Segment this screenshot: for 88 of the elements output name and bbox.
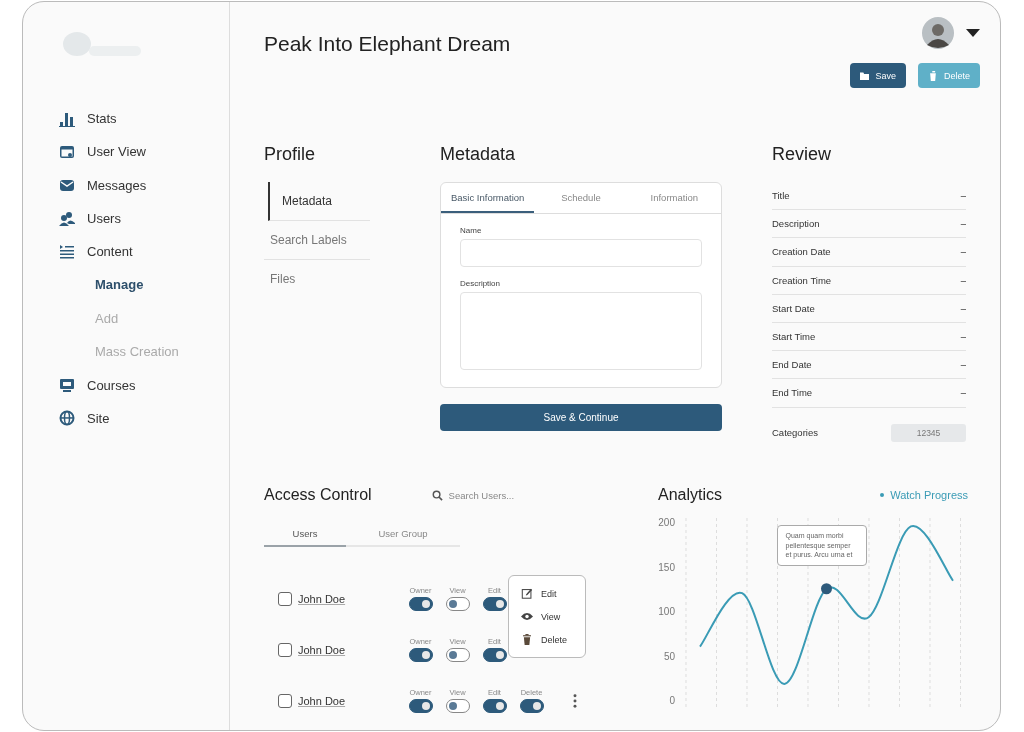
toolbar-button[interactable]: Save: [850, 63, 906, 88]
sidebar-item[interactable]: Site: [59, 401, 229, 435]
checkbox[interactable]: [278, 693, 292, 708]
profile-nav-item[interactable]: Search Labels: [264, 221, 370, 260]
search-icon: [431, 489, 443, 501]
caret-icon[interactable]: [966, 29, 980, 37]
sidebar-item[interactable]: Stats: [59, 102, 229, 136]
folder-icon: [860, 70, 870, 81]
checkbox[interactable]: [278, 642, 292, 657]
toggle-switch[interactable]: [408, 699, 433, 713]
monitor-icon: [59, 377, 75, 393]
input-field[interactable]: [460, 239, 702, 267]
page-title: Peak Into Elephant Dream: [264, 32, 511, 57]
section-title: Review: [772, 144, 833, 166]
sidebar-item[interactable]: User View: [59, 135, 229, 169]
review-value: –: [960, 331, 966, 343]
review-label: End Time: [772, 387, 813, 399]
sidebar-item[interactable]: Users: [59, 201, 229, 236]
review-label: Creation Time: [772, 274, 832, 286]
review-value: –: [960, 190, 966, 202]
eye-icon: [521, 611, 533, 622]
menu-item[interactable]: Delete: [509, 628, 585, 651]
axis-tick-label: 150: [658, 561, 675, 573]
menu-item[interactable]: View: [509, 605, 585, 628]
toggle-switch[interactable]: [519, 699, 544, 713]
review-value: –: [960, 302, 966, 314]
search-field[interactable]: Search Users...: [431, 489, 549, 501]
review-label: Description: [772, 218, 820, 230]
data-point[interactable]: [821, 583, 832, 595]
toggle-switch[interactable]: [445, 648, 470, 662]
tab[interactable]: Information: [627, 183, 721, 213]
tab[interactable]: Basic Information: [441, 183, 535, 213]
list-icon: [59, 243, 75, 260]
sidebar-item[interactable]: Messages: [59, 168, 229, 202]
sidebar-subitem[interactable]: Manage: [59, 268, 144, 302]
profile-nav-item[interactable]: Files: [264, 260, 370, 298]
bar-chart-icon: [59, 110, 75, 127]
trash-icon: [928, 70, 938, 81]
field-label: Description: [460, 279, 501, 288]
globe-icon: [59, 410, 75, 427]
axis-tick-label: 100: [658, 606, 675, 617]
avatar[interactable]: [922, 17, 954, 49]
section-title: Access Control: [264, 486, 372, 504]
browser-window-icon: [59, 143, 75, 160]
toggle-switch[interactable]: [482, 699, 507, 713]
edit-icon: [521, 588, 533, 599]
sidebar-item[interactable]: Content: [59, 235, 229, 269]
checkbox[interactable]: [278, 591, 292, 606]
toggle-switch[interactable]: [408, 648, 433, 662]
toggle-switch[interactable]: [445, 699, 470, 713]
review-value: –: [960, 359, 966, 371]
sidebar-item[interactable]: Courses: [59, 368, 229, 402]
tab[interactable]: Users: [264, 522, 346, 547]
review-label: End Date: [772, 359, 812, 371]
section-title: Profile: [264, 144, 317, 166]
review-value: –: [960, 218, 966, 230]
section-title: Analytics: [658, 486, 723, 504]
toggle-switch[interactable]: [482, 648, 507, 662]
toggle-switch[interactable]: [408, 597, 433, 611]
field-label: Name: [460, 226, 483, 235]
more-options-icon[interactable]: [573, 693, 577, 708]
axis-tick-label: 50: [663, 650, 675, 662]
review-value: –: [960, 387, 966, 399]
user-link[interactable]: John Doe: [298, 592, 408, 605]
menu-item[interactable]: Edit: [509, 582, 585, 605]
category-badge: 12345: [891, 423, 966, 442]
review-label: Start Date: [772, 302, 815, 314]
tab[interactable]: User Group: [346, 522, 460, 547]
review-label: Start Time: [772, 331, 816, 343]
review-label: Title: [772, 190, 790, 202]
toggle-switch[interactable]: [445, 597, 470, 611]
section-title: Metadata: [440, 144, 517, 166]
profile-nav-item[interactable]: Metadata: [268, 182, 370, 221]
trash-icon: [521, 634, 533, 645]
tab[interactable]: Schedule: [534, 183, 628, 213]
axis-tick-label: 200: [658, 517, 675, 528]
review-value: –: [960, 274, 966, 286]
review-label: Creation Date: [772, 246, 831, 258]
user-link[interactable]: John Doe: [298, 694, 408, 707]
user-link[interactable]: John Doe: [298, 643, 408, 656]
users-icon: [59, 210, 75, 227]
envelope-icon: [59, 177, 75, 194]
toggle-switch[interactable]: [482, 597, 507, 611]
save-continue-button[interactable]: Save & Continue: [440, 404, 722, 431]
review-label: Categories: [772, 427, 818, 438]
review-value: –: [960, 246, 966, 258]
legend-label: Watch Progress: [890, 489, 968, 501]
axis-tick-label: 0: [669, 695, 675, 706]
